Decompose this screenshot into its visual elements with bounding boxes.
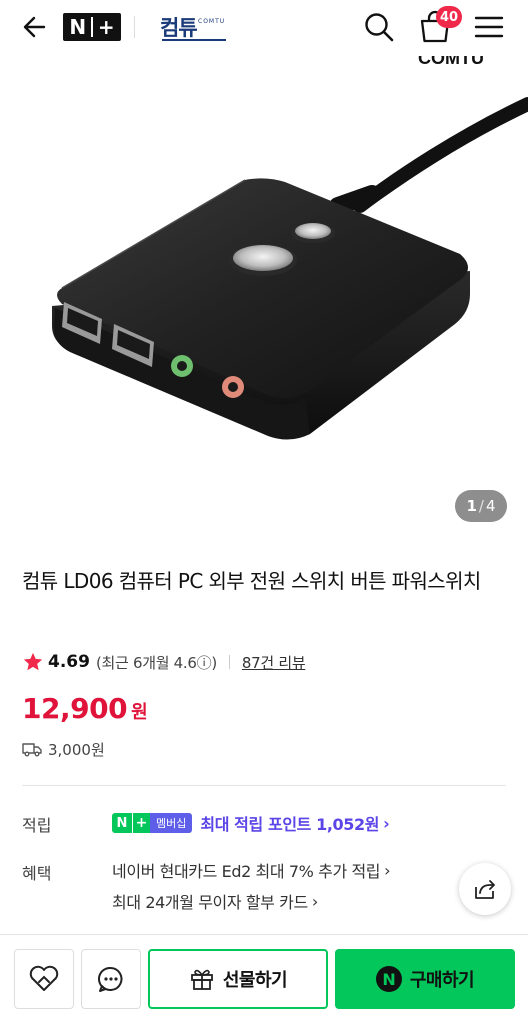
benefit-card-points-text: 네이버 현대카드 Ed2 최대 7% 추가 적립	[112, 862, 381, 881]
header-divider	[134, 16, 135, 38]
chat-button[interactable]	[81, 949, 141, 1009]
chevron-right-icon: ›	[311, 891, 318, 911]
shipping-fee: 3,000원	[22, 736, 105, 762]
share-button[interactable]	[459, 863, 511, 915]
badge-n: N	[112, 813, 132, 833]
naver-plus-membership-badge: N + 멤버십	[112, 813, 193, 833]
badge-plus: +	[132, 813, 150, 833]
search-icon	[365, 13, 394, 42]
price-unit: 원	[131, 702, 148, 723]
benefits-label: 혜택	[22, 864, 52, 883]
brand-logo-en: COMTU	[198, 18, 226, 25]
bottom-action-bar: 선물하기 N 구매하기	[0, 934, 528, 1024]
power-switch-device-image: COMTU	[52, 56, 528, 440]
svg-text:COMTU: COMTU	[418, 56, 484, 68]
price-value: 12,900	[22, 692, 128, 725]
benefit-installment[interactable]: 최대 24개월 무이자 할부 카드 ›	[112, 889, 318, 913]
brand-logo-underline	[162, 39, 226, 41]
menu-icon	[474, 16, 504, 38]
share-icon	[475, 880, 495, 899]
brand-logo[interactable]: 컴튜 COMTU	[160, 12, 230, 42]
arrow-left-icon	[23, 16, 46, 38]
naver-pay-icon: N	[375, 966, 402, 992]
truck-icon	[22, 743, 42, 757]
benefit-installment-text: 최대 24개월 무이자 할부 카드	[112, 893, 308, 912]
chevron-right-icon: ›	[384, 860, 391, 880]
brand-logo-text: 컴튜	[160, 16, 198, 40]
rating-row: 4.69 (최근 6개월 4.6ⓘ) 87건 리뷰	[22, 648, 306, 676]
chevron-right-icon: ›	[383, 813, 390, 833]
star-icon	[23, 652, 43, 671]
image-counter-current: 1	[466, 497, 477, 515]
cart-count-badge: 40	[436, 6, 463, 28]
gift-button[interactable]: 선물하기	[148, 949, 328, 1009]
nplus-logo-n: N	[69, 15, 87, 39]
buy-button[interactable]: N 구매하기	[335, 949, 515, 1009]
product-title: 컴튜 LD06 컴퓨터 PC 외부 전원 스위치 버튼 파워스위치	[22, 569, 481, 593]
section-divider	[22, 785, 506, 786]
rating-separator	[228, 655, 230, 669]
naver-plus-logo[interactable]: N +	[63, 13, 121, 41]
nplus-logo-plus: +	[97, 15, 115, 39]
image-counter-separator: /	[478, 497, 484, 515]
price: 12,900 원	[22, 692, 148, 725]
gift-icon	[190, 969, 213, 990]
points-label: 적립	[22, 816, 52, 835]
gift-button-label: 선물하기	[222, 970, 288, 991]
heart-icon	[29, 965, 59, 991]
benefit-card-points[interactable]: 네이버 현대카드 Ed2 최대 7% 추가 적립 ›	[112, 858, 391, 882]
buy-button-label: 구매하기	[409, 970, 475, 991]
wishlist-button[interactable]	[14, 949, 74, 1009]
top-header: N + 컴튜 COMTU 40	[0, 0, 528, 56]
badge-membership: 멤버십	[150, 813, 193, 833]
image-counter: 1 / 4	[455, 490, 507, 522]
logo-separator	[90, 17, 93, 37]
menu-button[interactable]	[472, 12, 506, 42]
points-row[interactable]: N + 멤버십 최대 적립 포인트 1,052원 ›	[112, 810, 390, 836]
back-button[interactable]	[18, 12, 48, 42]
product-image[interactable]: COMTU	[0, 56, 528, 534]
search-button[interactable]	[362, 10, 396, 44]
review-link[interactable]: 87건 리뷰	[242, 652, 306, 673]
recent-rating[interactable]: (최근 6개월 4.6ⓘ)	[96, 652, 217, 673]
shipping-fee-text: 3,000원	[48, 740, 105, 759]
max-points-text[interactable]: 최대 적립 포인트 1,052원	[200, 811, 379, 835]
image-counter-total: 4	[485, 497, 496, 515]
rating-value: 4.69	[48, 652, 90, 672]
chat-icon	[97, 966, 123, 992]
